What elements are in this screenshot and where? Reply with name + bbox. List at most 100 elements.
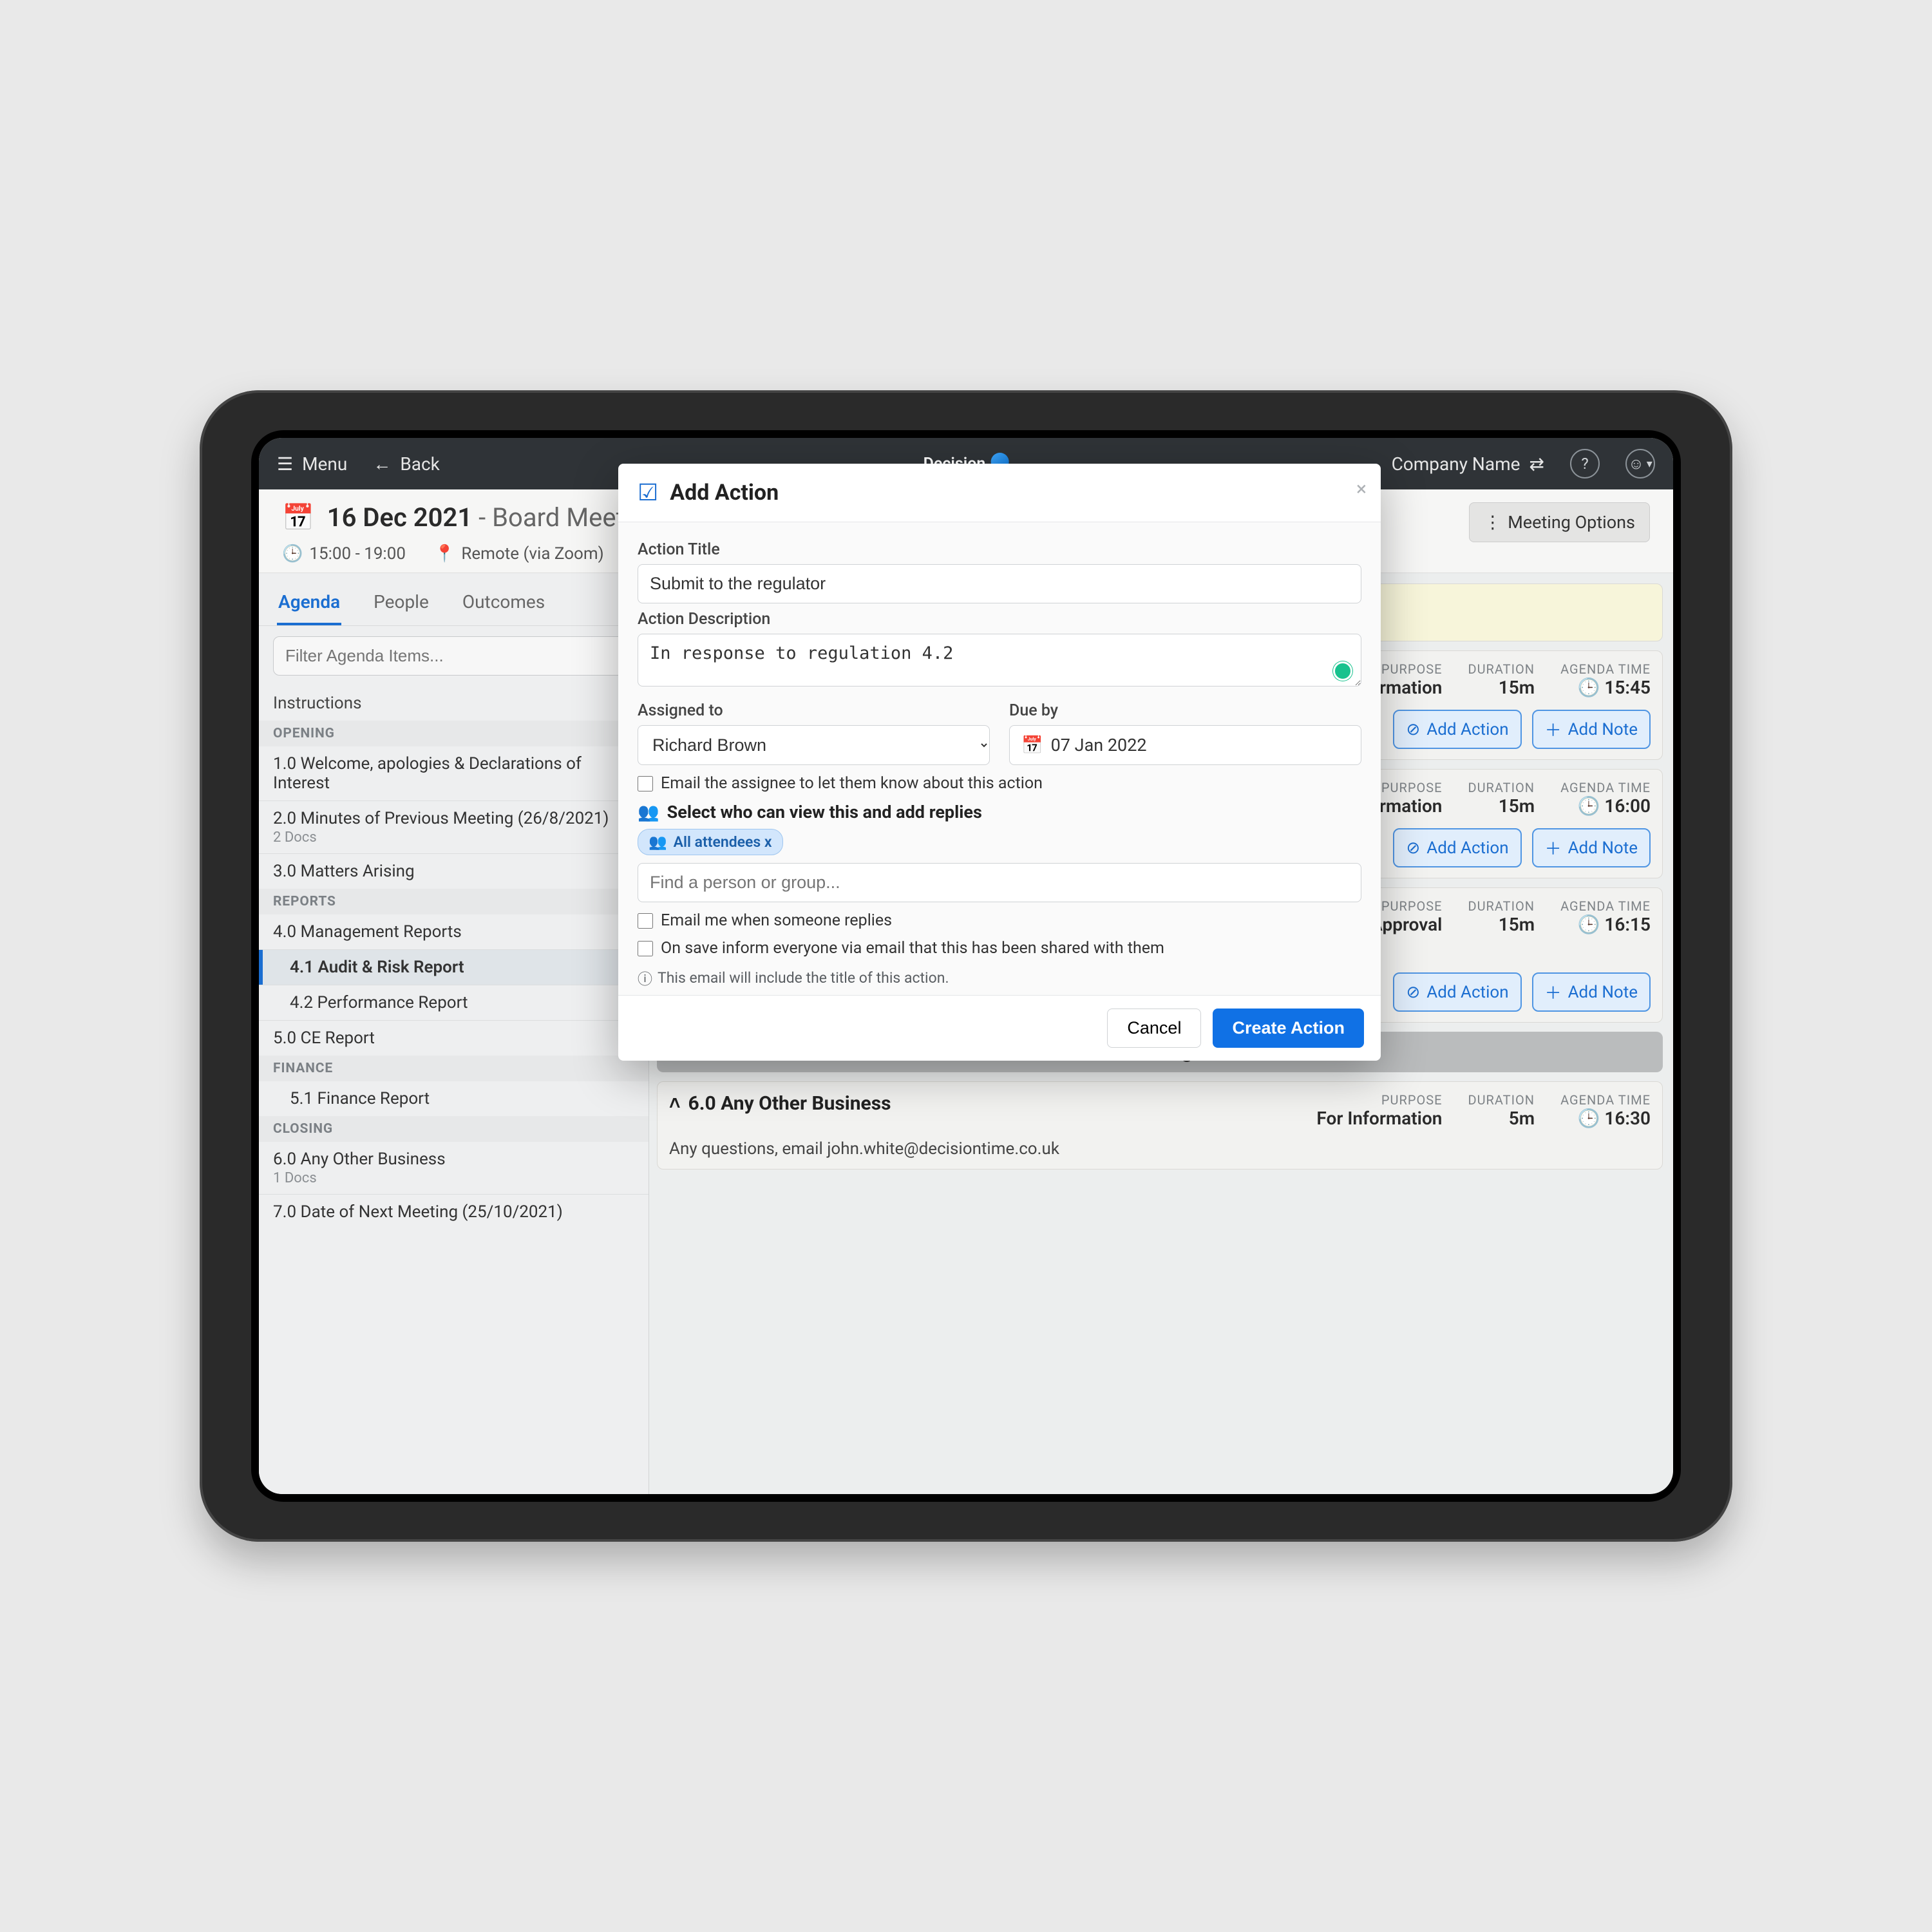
agenda-item-3-0[interactable]: 3.0 Matters Arising <box>259 854 649 889</box>
action-title-input[interactable] <box>638 564 1361 603</box>
agenda-item-4-2[interactable]: 4.2 Performance Report <box>259 985 649 1020</box>
help-button[interactable]: ? <box>1570 449 1600 478</box>
agenda-time-label: AGENDA TIME <box>1560 1092 1651 1108</box>
agenda-item-7-0[interactable]: 7.0 Date of Next Meeting (25/10/2021) <box>259 1195 649 1229</box>
agenda-time-value: 🕒 16:00 <box>1578 795 1651 817</box>
add-note-label: Add Note <box>1568 983 1638 1002</box>
agenda-time-value: 🕒 16:15 <box>1578 914 1651 935</box>
add-action-label: Add Action <box>1426 720 1508 739</box>
tab-people[interactable]: People <box>372 585 430 625</box>
agenda-item-2-0[interactable]: 2.0 Minutes of Previous Meeting (26/8/20… <box>259 801 649 853</box>
due-by-value: 07 Jan 2022 <box>1051 735 1147 755</box>
check-circle-icon: ⊘ <box>1406 838 1420 858</box>
section-finance: FINANCE <box>259 1056 649 1081</box>
agenda-time-value: 🕒 15:45 <box>1578 677 1651 698</box>
inform-all-checkbox-row[interactable]: On save inform everyone via email that t… <box>638 939 1361 958</box>
create-action-button[interactable]: Create Action <box>1213 1009 1364 1048</box>
agenda-item-5-1[interactable]: 5.1 Finance Report <box>259 1081 649 1116</box>
filter-box <box>259 626 649 686</box>
inform-all-label: On save inform everyone via email that t… <box>661 939 1164 958</box>
agenda-time-label: AGENDA TIME <box>1560 898 1651 914</box>
section-reports: REPORTS <box>259 889 649 914</box>
email-me-label: Email me when someone replies <box>661 911 892 930</box>
due-by-label: Due by <box>1009 701 1361 720</box>
add-action-modal: ☑ Add Action × Action Title Action Descr… <box>618 464 1381 1061</box>
due-by-input[interactable]: 📅 07 Jan 2022 <box>1009 725 1361 765</box>
meeting-time-value: 15:00 - 19:00 <box>309 544 406 564</box>
add-note-button[interactable]: ＋Add Note <box>1532 710 1651 749</box>
agenda-item-6-0-docs: 1 Docs <box>273 1170 634 1186</box>
meeting-options-button[interactable]: ⋮ Meeting Options <box>1469 502 1650 542</box>
add-action-button[interactable]: ⊘Add Action <box>1393 972 1521 1012</box>
plus-icon: ＋ <box>1545 836 1562 860</box>
tag-all-attendees-label: All attendees x <box>674 833 772 851</box>
meeting-options-label: Meeting Options <box>1508 512 1635 533</box>
tab-agenda[interactable]: Agenda <box>277 585 341 625</box>
sidebar: Agenda People Outcomes Instructions OPEN… <box>259 573 649 1494</box>
modal-header: ☑ Add Action × <box>618 464 1381 522</box>
help-icon: ? <box>1581 455 1588 473</box>
grammarly-icon <box>1333 661 1352 681</box>
action-description-label: Action Description <box>638 610 1361 629</box>
swap-icon: ⇄ <box>1530 453 1544 475</box>
panel-note: Any questions, email john.white@decision… <box>669 1139 1651 1159</box>
chevron-up-icon[interactable]: ˄ <box>669 1092 681 1115</box>
clock-icon: 🕒 <box>1578 914 1605 935</box>
back-label: Back <box>400 453 440 475</box>
add-note-label: Add Note <box>1568 838 1638 858</box>
agenda-item-4-1[interactable]: 4.1 Audit & Risk Report <box>259 950 649 985</box>
duration-label: DURATION <box>1468 1092 1535 1108</box>
assigned-to-select[interactable]: Richard Brown <box>638 725 990 765</box>
tag-all-attendees[interactable]: 👥 All attendees x <box>638 829 783 855</box>
close-icon[interactable]: × <box>1356 478 1367 500</box>
plus-icon: ＋ <box>1545 717 1562 741</box>
modal-footer: Cancel Create Action <box>618 995 1381 1061</box>
add-note-button[interactable]: ＋Add Note <box>1532 972 1651 1012</box>
panel-title-text: 6.0 Any Other Business <box>688 1092 891 1115</box>
modal-body: Action Title Action Description Assigned… <box>618 522 1381 995</box>
email-assignee-checkbox[interactable] <box>638 776 653 791</box>
clock-icon: 🕒 <box>1578 795 1605 817</box>
back-button[interactable]: ← Back <box>373 453 440 475</box>
company-name: Company Name <box>1392 453 1520 475</box>
email-me-checkbox[interactable] <box>638 913 653 929</box>
agenda-item-6-0[interactable]: 6.0 Any Other Business 1 Docs <box>259 1142 649 1194</box>
company-switcher[interactable]: Company Name ⇄ <box>1392 453 1544 475</box>
info-icon: ⓘ <box>638 967 652 989</box>
purpose-label: PURPOSE <box>1381 661 1443 677</box>
purpose-label: PURPOSE <box>1381 898 1443 914</box>
find-person-input[interactable] <box>638 863 1361 902</box>
cancel-button[interactable]: Cancel <box>1107 1009 1201 1048</box>
section-opening: OPENING <box>259 721 649 746</box>
account-button[interactable]: ☺▾ <box>1625 449 1655 478</box>
clock-icon: 🕒 <box>282 544 303 564</box>
clock-icon: 🕒 <box>1578 1108 1605 1129</box>
agenda-panel-aob: ˄6.0 Any Other Business PURPOSEFor Infor… <box>657 1081 1663 1170</box>
duration-value: 15m <box>1499 795 1535 817</box>
add-note-button[interactable]: ＋ Add Note <box>1532 828 1651 867</box>
inform-all-checkbox[interactable] <box>638 941 653 956</box>
chevron-down-icon: ▾ <box>1647 457 1653 471</box>
view-permissions-text: Select who can view this and add replies <box>667 802 982 822</box>
agenda-item-2-0-docs: 2 Docs <box>273 829 634 846</box>
menu-button[interactable]: ☰ Menu <box>277 453 347 475</box>
agenda-item-1-0[interactable]: 1.0 Welcome, apologies & Declarations of… <box>259 746 649 800</box>
meeting-time: 🕒 15:00 - 19:00 <box>282 544 406 564</box>
tablet-frame: ☰ Menu ← Back Decision Company Name ⇄ ? … <box>200 390 1732 1542</box>
action-description-input[interactable] <box>638 634 1361 687</box>
duration-value: 5m <box>1509 1108 1535 1129</box>
sidebar-instructions[interactable]: Instructions <box>259 686 649 721</box>
add-action-button[interactable]: ⊘Add Action <box>1393 828 1521 867</box>
email-me-checkbox-row[interactable]: Email me when someone replies <box>638 911 1361 930</box>
arrow-left-icon: ← <box>373 453 391 475</box>
agenda-time-label: AGENDA TIME <box>1560 780 1651 795</box>
tab-outcomes[interactable]: Outcomes <box>461 585 546 625</box>
agenda-item-4-0[interactable]: 4.0 Management Reports <box>259 914 649 949</box>
info-line: ⓘ This email will include the title of t… <box>638 967 1361 989</box>
filter-input[interactable] <box>273 636 634 676</box>
email-assignee-checkbox-row[interactable]: Email the assignee to let them know abou… <box>638 774 1361 793</box>
agenda-time-label: AGENDA TIME <box>1560 661 1651 677</box>
pin-icon: 📍 <box>434 544 455 564</box>
agenda-item-5-0[interactable]: 5.0 CE Report <box>259 1021 649 1056</box>
add-action-button[interactable]: ⊘Add Action <box>1393 710 1521 749</box>
